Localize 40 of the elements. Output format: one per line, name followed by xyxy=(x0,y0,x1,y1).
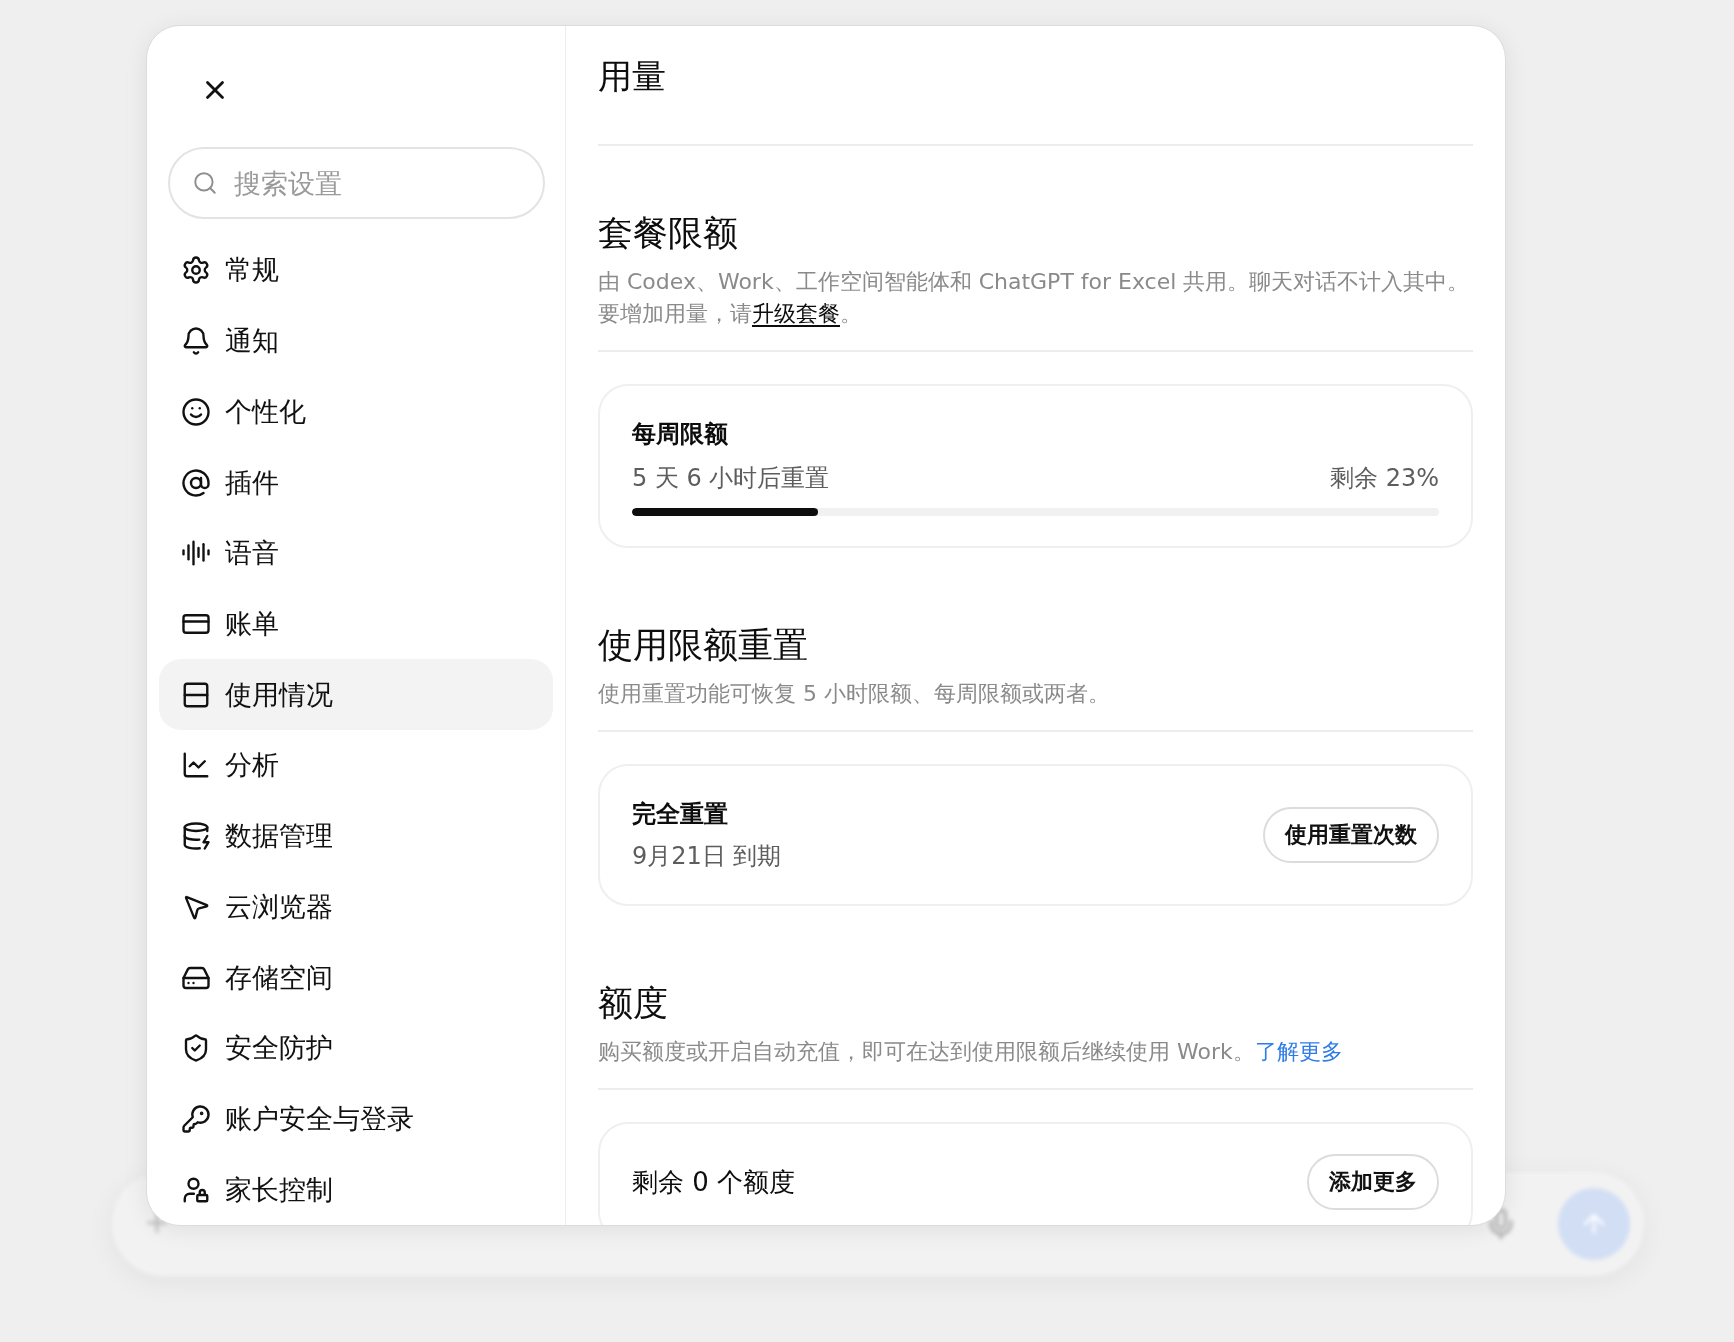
section-description: 由 Codex、Work、工作空间智能体和 ChatGPT for Excel 共用。聊天对话不计入其中。要增加用量，请升级套餐。 xyxy=(598,266,1473,352)
sidebar-item[interactable]: 分析 xyxy=(159,730,553,801)
page-title: 用量 xyxy=(598,48,1473,146)
card-title: 完全重置 xyxy=(632,799,729,830)
card-title: 每周限额 xyxy=(632,419,729,450)
sidebar-item[interactable]: 通知 xyxy=(159,305,553,377)
bell-icon xyxy=(181,326,211,357)
key-icon xyxy=(181,1103,211,1134)
database-icon xyxy=(181,821,211,852)
gear-icon xyxy=(181,255,211,286)
remaining-reading: 剩余 23% xyxy=(1330,463,1439,494)
sidebar-item[interactable]: 使用情况 xyxy=(159,659,553,731)
expiry-date: 9月21日 到期 xyxy=(632,841,782,872)
section-heading: 额度 xyxy=(598,982,669,1025)
sidebar-item[interactable]: 安全防护 xyxy=(159,1012,553,1084)
reset-time: 5 天 6 小时后重置 xyxy=(632,463,830,494)
smile-icon xyxy=(181,396,211,427)
send-button[interactable] xyxy=(1558,1188,1630,1260)
description-link[interactable]: 了解更多 xyxy=(1254,1039,1343,1064)
sidebar-item[interactable]: 语音 xyxy=(159,517,553,589)
sidebar-item[interactable]: 存储空间 xyxy=(159,942,553,1013)
action-button[interactable]: 使用重置次数 xyxy=(1263,807,1439,863)
action-button[interactable]: 添加更多 xyxy=(1307,1154,1439,1210)
card-title: 剩余 0 个额度 xyxy=(632,1166,796,1199)
sidebar-item[interactable]: 账户安全与登录 xyxy=(159,1083,553,1155)
at-sign-icon xyxy=(181,467,211,498)
sidebar-item[interactable]: 账单 xyxy=(159,588,553,660)
section-description: 购买额度或开启自动充值，即可在达到使用限额后继续使用 Work。了解更多 xyxy=(598,1036,1473,1090)
sidebar-item[interactable]: 云浏览器 xyxy=(159,871,553,943)
sidebar-item[interactable]: 插件 xyxy=(159,447,553,518)
section-heading: 使用限额重置 xyxy=(598,624,809,667)
sidebar-item[interactable]: 常规 xyxy=(159,235,553,306)
description-link[interactable]: 升级套餐 xyxy=(752,301,840,326)
sidebar-item[interactable]: 家长控制 xyxy=(159,1154,553,1225)
section-description: 使用重置功能可恢复 5 小时限额、每周限额或两者。 xyxy=(598,678,1473,732)
sidebar-item[interactable]: 数据管理 xyxy=(159,800,553,872)
search-icon xyxy=(192,170,218,197)
sidebar-item[interactable]: 个性化 xyxy=(159,376,553,448)
search-field[interactable]: 搜索设置 xyxy=(168,147,545,220)
section-heading: 套餐限额 xyxy=(598,212,739,255)
